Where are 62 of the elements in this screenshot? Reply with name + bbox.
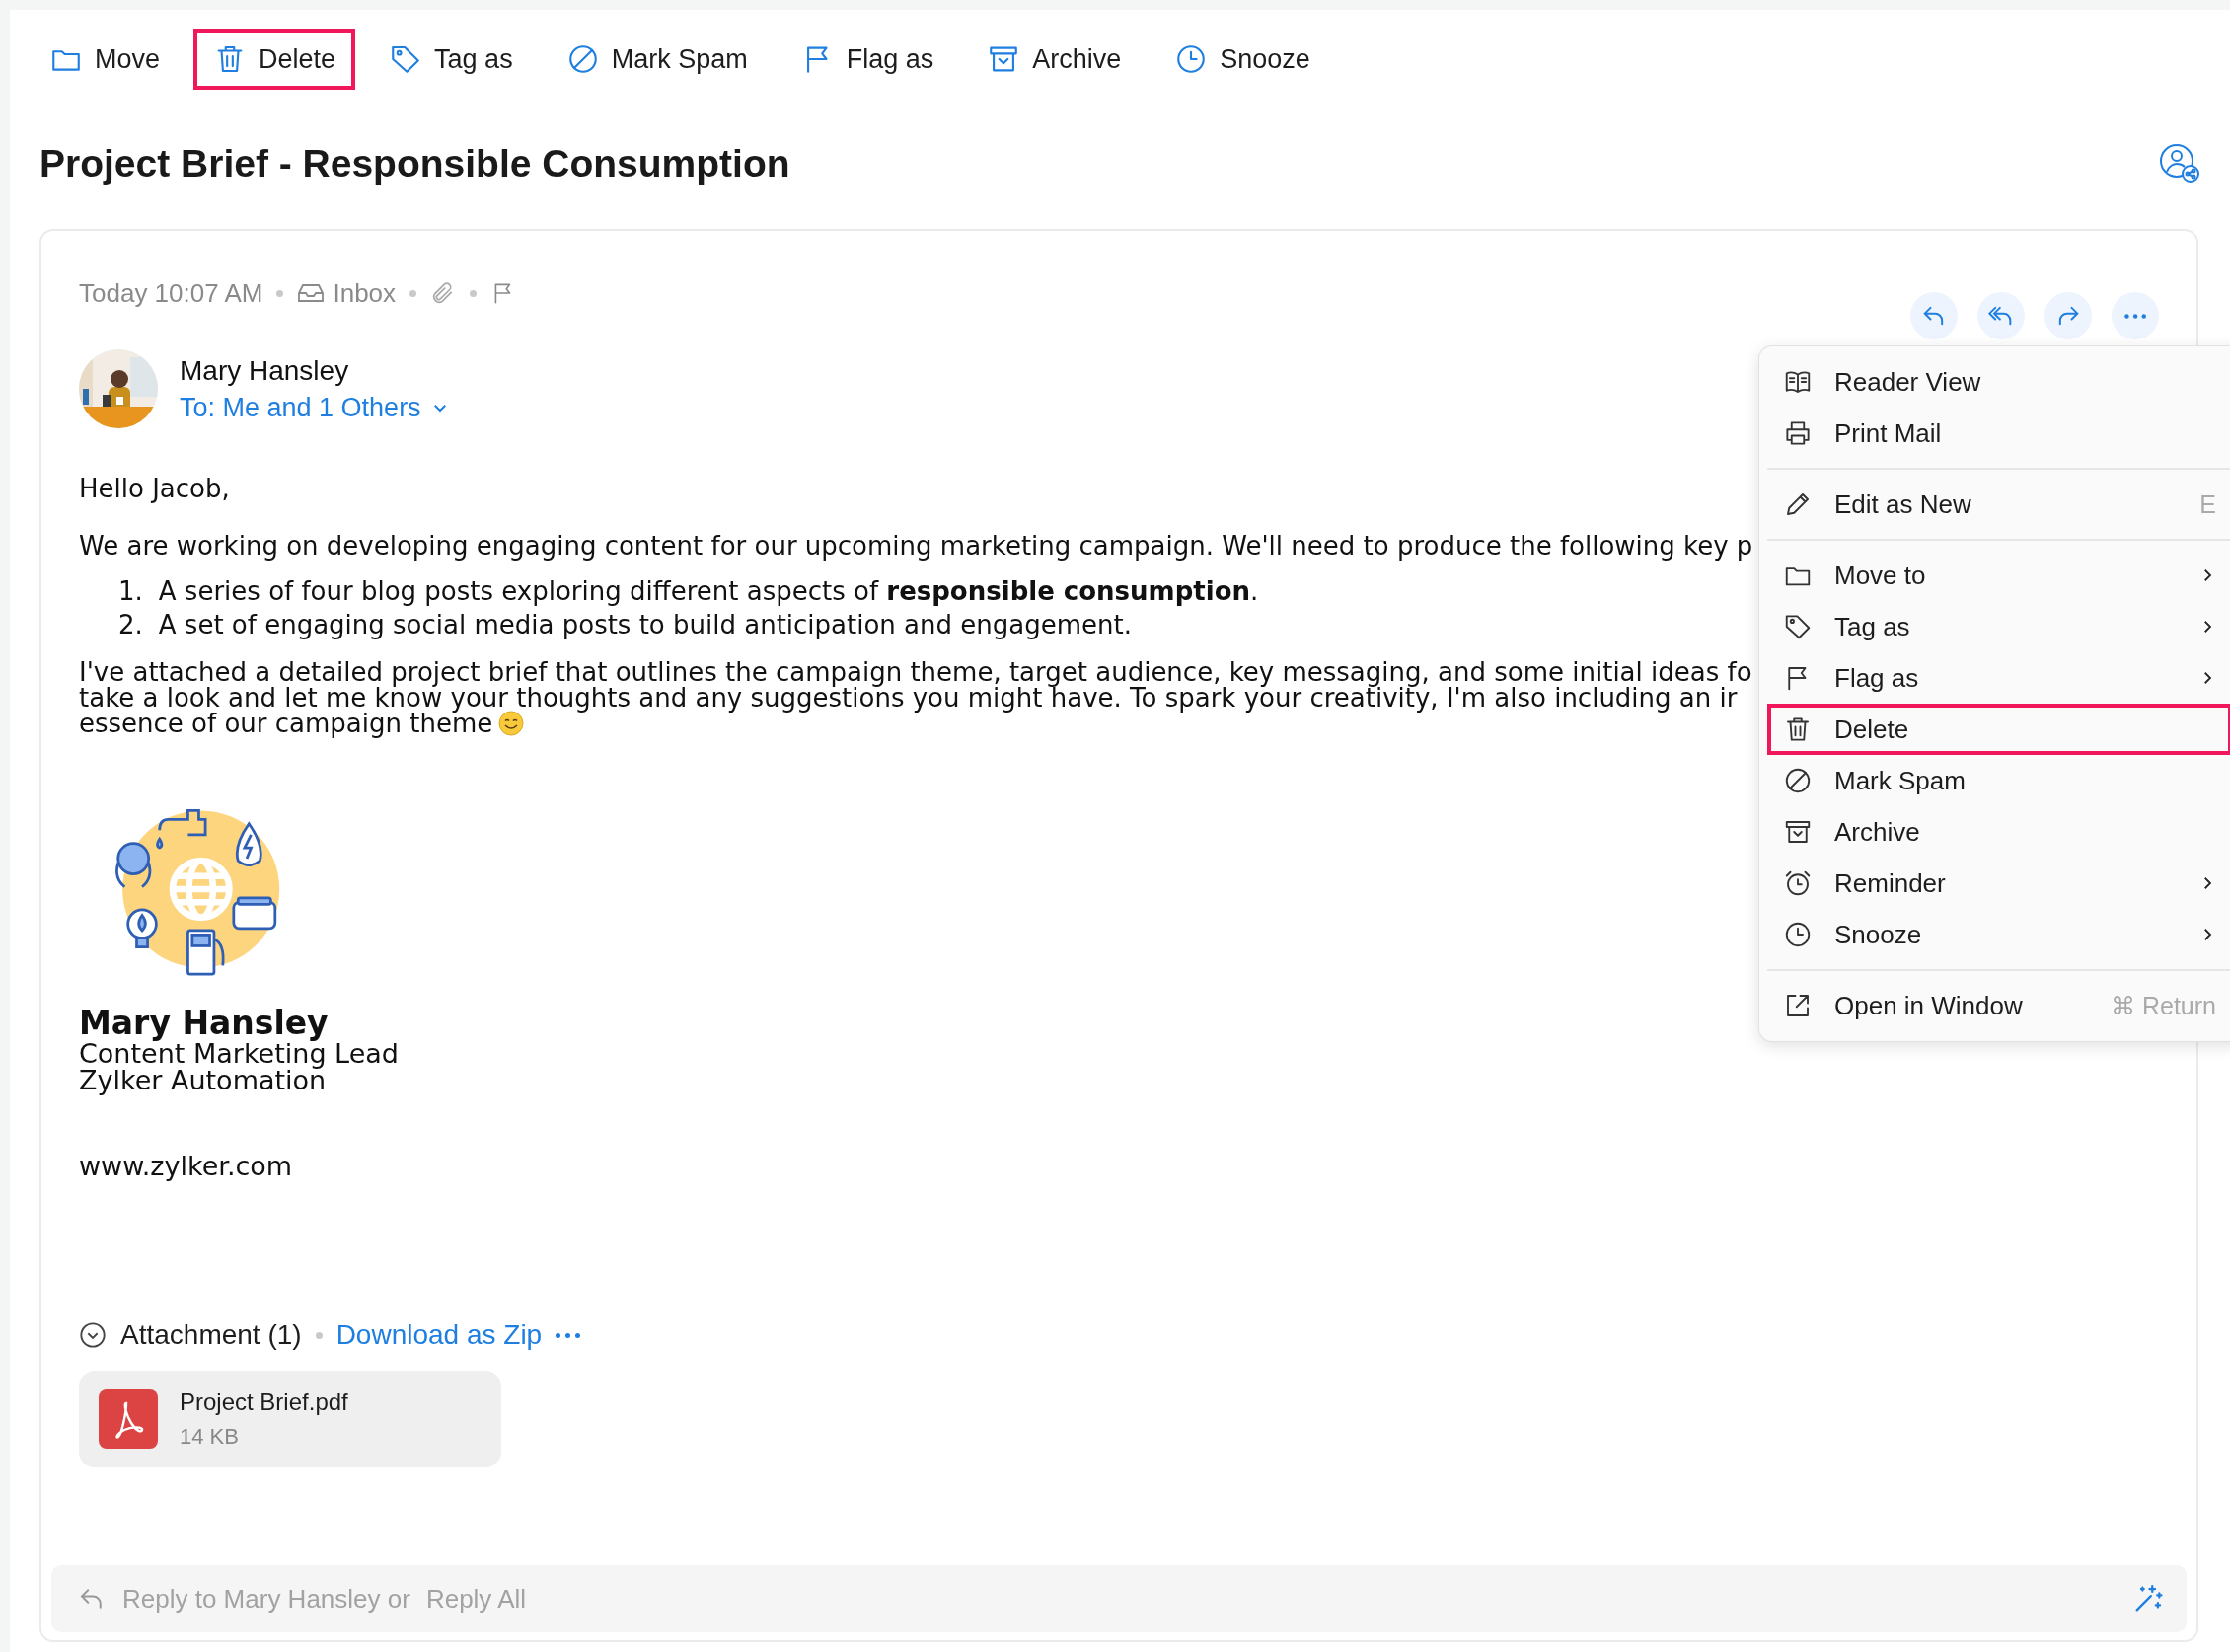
menu-item[interactable]: Tag as (1767, 601, 2230, 652)
sender-name: Mary Hansley (180, 354, 350, 387)
file-size: 14 KB (180, 1424, 240, 1450)
menu-item[interactable]: Mark Spam (1767, 755, 2230, 806)
menu-item[interactable]: Archive (1767, 806, 2230, 858)
printer-icon (1783, 418, 1813, 448)
download-zip-link[interactable]: Download as Zip (335, 1319, 543, 1351)
more-button[interactable] (556, 1332, 581, 1338)
reply-all-button[interactable] (1977, 292, 2025, 339)
signature-title: Content Marketing Lead (79, 1040, 399, 1067)
inbox-tray-icon (297, 281, 326, 305)
forward-button[interactable] (2044, 292, 2092, 339)
email-subject: Project Brief - Responsible Consumption (39, 142, 790, 186)
separator-dot (470, 289, 478, 297)
tag-icon (1783, 612, 1813, 641)
body-paragraph: We are working on developing engaging content for our upcoming marketing campaign. We'll need to produce the following key p (79, 531, 1753, 561)
toolbar-button[interactable]: Mark Spam (546, 29, 768, 90)
menu-item[interactable]: Reader View (1767, 356, 2230, 408)
greeting-text: Hello Jacob, (79, 474, 230, 503)
toolbar-button[interactable]: Delete (193, 29, 356, 90)
shortcut-hint: ⌘ Return (2111, 991, 2216, 1020)
received-time: Today 10:07 AM (79, 277, 263, 309)
separator-dot (315, 1331, 323, 1339)
toolbar-button[interactable]: Flag as (780, 29, 954, 90)
list-item-text: A series of four blog posts exploring different aspects of responsible consumption. (158, 576, 1259, 606)
list-item-text: A set of engaging social media posts to build anticipation and engagement. (158, 610, 1132, 639)
separator-dot (409, 289, 417, 297)
share-contact-icon[interactable] (2159, 143, 2200, 185)
folder-label: Inbox (333, 277, 397, 309)
list-number: 1. (118, 576, 143, 606)
pdf-file-icon (99, 1389, 158, 1449)
menu-item[interactable]: Snooze (1767, 909, 2230, 960)
website-text: www.zylker.com (79, 1151, 293, 1181)
alarm-clock-icon (1783, 868, 1813, 898)
toolbar-button[interactable]: Snooze (1154, 29, 1330, 90)
file-name: Project Brief.pdf (180, 1389, 348, 1416)
clock-icon (1783, 920, 1813, 949)
menu-item[interactable]: Edit as New E (1767, 479, 2230, 530)
signature-name: Mary Hansley (79, 1007, 329, 1040)
body-text-line: I've attached a detailed project brief that outlines the campaign theme, target audience, key messaging, and some initial ideas fo (79, 659, 1752, 685)
separator-dot (276, 289, 284, 297)
collapse-icon[interactable] (79, 1321, 107, 1349)
more-icon (556, 1332, 581, 1338)
attachment-card[interactable]: Project Brief.pdf 14 KB (79, 1371, 501, 1467)
menu-item[interactable]: Flag as (1767, 652, 2230, 704)
toolbar-button[interactable]: Archive (967, 29, 1142, 90)
spam-icon (1783, 766, 1813, 795)
toolbar-button[interactable]: Move (30, 29, 181, 90)
shortcut-hint: E (2199, 489, 2216, 519)
menu-item[interactable]: Move to (1767, 550, 2230, 601)
menu-item[interactable]: Reminder (1767, 858, 2230, 909)
recipients-link[interactable]: To: Me and 1 Others (180, 392, 449, 423)
list-number: 2. (118, 610, 143, 639)
toolbar-button[interactable]: Tag as (369, 29, 533, 90)
menu-item[interactable]: Delete (1767, 704, 2230, 755)
menu-item[interactable]: Print Mail (1767, 408, 2230, 459)
smile-icon (498, 711, 525, 736)
attachment-heading: Attachment (1) (120, 1319, 302, 1351)
more-icon (2124, 313, 2146, 319)
reply-prompt: Reply to Mary Hansley or (122, 1583, 410, 1614)
reply-button[interactable] (1910, 292, 1958, 339)
menu-item[interactable]: Open in Window ⌘ Return (1767, 980, 2230, 1031)
